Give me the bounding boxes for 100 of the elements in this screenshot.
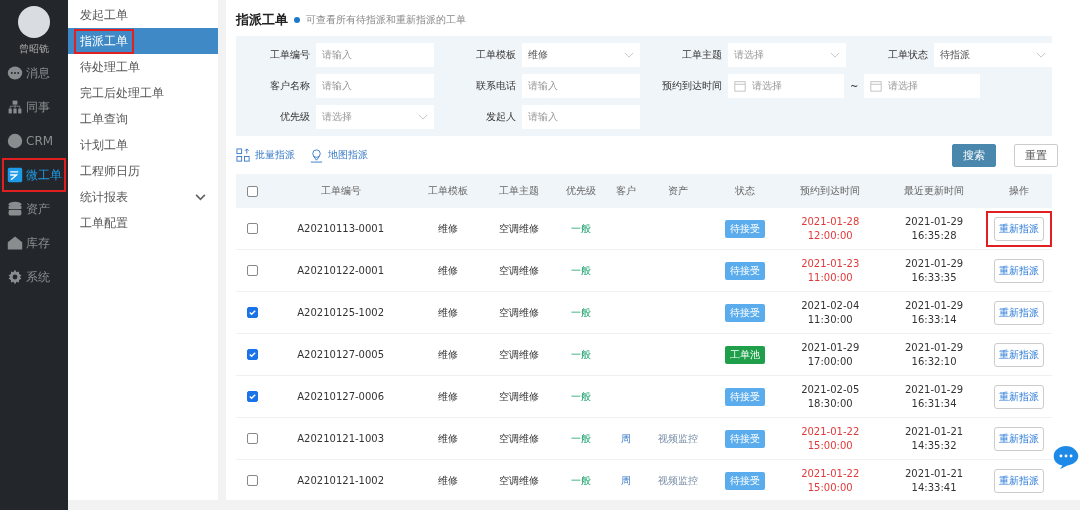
status-tag: 待接受 <box>724 387 765 406</box>
reassign-button[interactable]: 重新指派 <box>994 384 1044 409</box>
select-field[interactable]: 请选择 <box>728 43 846 67</box>
reassign-button[interactable]: 重新指派 <box>994 468 1044 493</box>
input-field[interactable]: 请输入 <box>316 43 434 67</box>
customer-link[interactable]: 周 <box>620 432 631 444</box>
priority-text: 一般 <box>570 474 591 486</box>
submenu-item[interactable]: 计划工单 <box>68 132 218 158</box>
table-cell-text: 2021-01-22 15:00:00 <box>800 467 861 494</box>
nav-item[interactable]: 消息 <box>2 56 66 90</box>
table-cell: 空调维修 <box>498 222 539 234</box>
input-field[interactable]: 请输入 <box>316 74 434 98</box>
select-field[interactable]: 待指派 <box>934 43 1052 67</box>
table-cell-text: 2021-01-29 16:33:14 <box>904 299 965 326</box>
field-label: 客户名称 <box>269 79 310 93</box>
input-field[interactable]: 请输入 <box>522 74 640 98</box>
column-header: 客户 <box>615 185 636 196</box>
nav-item[interactable]: 资产 <box>2 192 66 226</box>
table-cell: 空调维修 <box>498 432 539 444</box>
checkbox[interactable] <box>246 185 258 197</box>
reassign-button[interactable]: 重新指派 <box>994 426 1044 451</box>
action-link[interactable]: 批量指派 <box>236 147 295 163</box>
calendar-icon <box>870 80 883 92</box>
note-icon <box>7 167 23 183</box>
table-cell: 空调维修 <box>498 306 539 318</box>
table-cell: 空调维修 <box>498 390 539 402</box>
grid-icon <box>236 147 251 163</box>
priority-text: 一般 <box>570 348 591 360</box>
submenu-item[interactable]: 发起工单 <box>68 2 218 28</box>
column-header: 优先级 <box>565 185 596 196</box>
date-field[interactable]: 请选择 <box>864 74 981 98</box>
submenu-item[interactable]: 待处理工单 <box>68 54 218 80</box>
column-header: 状态 <box>734 185 755 196</box>
nav-item[interactable]: 微工单 <box>2 158 66 192</box>
select-field[interactable]: 请选择 <box>316 105 434 129</box>
reassign-button[interactable]: 重新指派 <box>994 258 1044 283</box>
chat-bubble-icon[interactable] <box>1053 445 1079 470</box>
table-cell-text: 2021-01-29 16:35:28 <box>904 215 965 242</box>
select-field[interactable]: 维修 <box>522 43 640 67</box>
table-cell: 空调维修 <box>498 348 539 360</box>
table-cell: 维修 <box>438 306 459 318</box>
date-field[interactable]: 请选择 <box>728 74 844 98</box>
table-cell: A20210121-1002 <box>297 475 385 486</box>
checkbox[interactable] <box>246 433 258 445</box>
submenu-item[interactable]: 工单查询 <box>68 106 218 132</box>
reassign-button[interactable]: 重新指派 <box>994 216 1044 241</box>
page-subtitle: 可查看所有待指派和重新指派的工单 <box>306 13 466 27</box>
nav-item[interactable]: 系统 <box>2 260 66 294</box>
table-cell-text: 2021-01-21 14:33:41 <box>904 467 965 494</box>
filter-button[interactable]: 搜索 <box>952 143 996 167</box>
table-cell: A20210125-1002 <box>297 307 385 318</box>
submenu-item[interactable]: 指派工单 <box>68 28 218 54</box>
range-separator: ~ <box>850 80 859 92</box>
house-icon <box>7 235 23 251</box>
nav-item[interactable]: 同事 <box>2 90 66 124</box>
database-icon <box>7 201 23 217</box>
column-header: 最近更新时间 <box>904 185 965 196</box>
status-tag: 待接受 <box>724 303 765 322</box>
field-label: 工单状态 <box>887 48 928 62</box>
reassign-button[interactable]: 重新指派 <box>994 342 1044 367</box>
priority-text: 一般 <box>570 306 591 318</box>
priority-text: 一般 <box>570 432 591 444</box>
chevron-down-icon <box>418 114 428 120</box>
checkbox[interactable] <box>246 475 258 487</box>
nav-item[interactable]: CRM <box>2 124 66 158</box>
nav-item[interactable]: 库存 <box>2 226 66 260</box>
status-tag: 工单池 <box>724 345 765 364</box>
column-header: 工单模板 <box>428 185 469 196</box>
asset-text: 视频监控 <box>657 474 698 486</box>
chevron-down-icon <box>830 52 840 58</box>
submenu-item[interactable]: 完工后处理工单 <box>68 80 218 106</box>
filter-button[interactable]: 重置 <box>1014 143 1058 167</box>
priority-text: 一般 <box>570 390 591 402</box>
status-tag: 待接受 <box>724 429 765 448</box>
submenu-item[interactable]: 工程师日历 <box>68 158 218 184</box>
asset-text: 视频监控 <box>657 432 698 444</box>
input-field[interactable]: 请输入 <box>522 105 640 129</box>
checkbox[interactable] <box>246 265 258 277</box>
table-cell-text: 2021-02-05 18:30:00 <box>800 383 861 410</box>
table-cell-text: 2021-01-28 12:00:00 <box>800 215 861 242</box>
checkbox[interactable] <box>246 307 258 319</box>
table-cell-text: 2021-01-29 16:32:10 <box>904 341 965 368</box>
checkbox[interactable] <box>246 391 258 403</box>
table-cell: A20210122-0001 <box>297 265 385 276</box>
field-label: 预约到达时间 <box>661 79 722 93</box>
checkbox[interactable] <box>246 223 258 235</box>
table-cell: A20210127-0006 <box>297 391 385 402</box>
checkbox[interactable] <box>246 349 258 361</box>
bullet-icon <box>294 17 300 23</box>
action-link[interactable]: 地图指派 <box>309 147 368 163</box>
field-label: 发起人 <box>485 110 516 124</box>
customer-link[interactable]: 周 <box>620 474 631 486</box>
org-chart-icon <box>7 99 23 115</box>
table-cell-text: 2021-01-23 11:00:00 <box>800 257 861 284</box>
submenu-item[interactable]: 统计报表 <box>68 184 218 210</box>
column-header: 预约到达时间 <box>800 185 861 196</box>
reassign-button[interactable]: 重新指派 <box>994 300 1044 325</box>
table-cell-text: 2021-01-29 16:31:34 <box>904 383 965 410</box>
avatar[interactable] <box>18 6 50 38</box>
submenu-item[interactable]: 工单配置 <box>68 210 218 236</box>
